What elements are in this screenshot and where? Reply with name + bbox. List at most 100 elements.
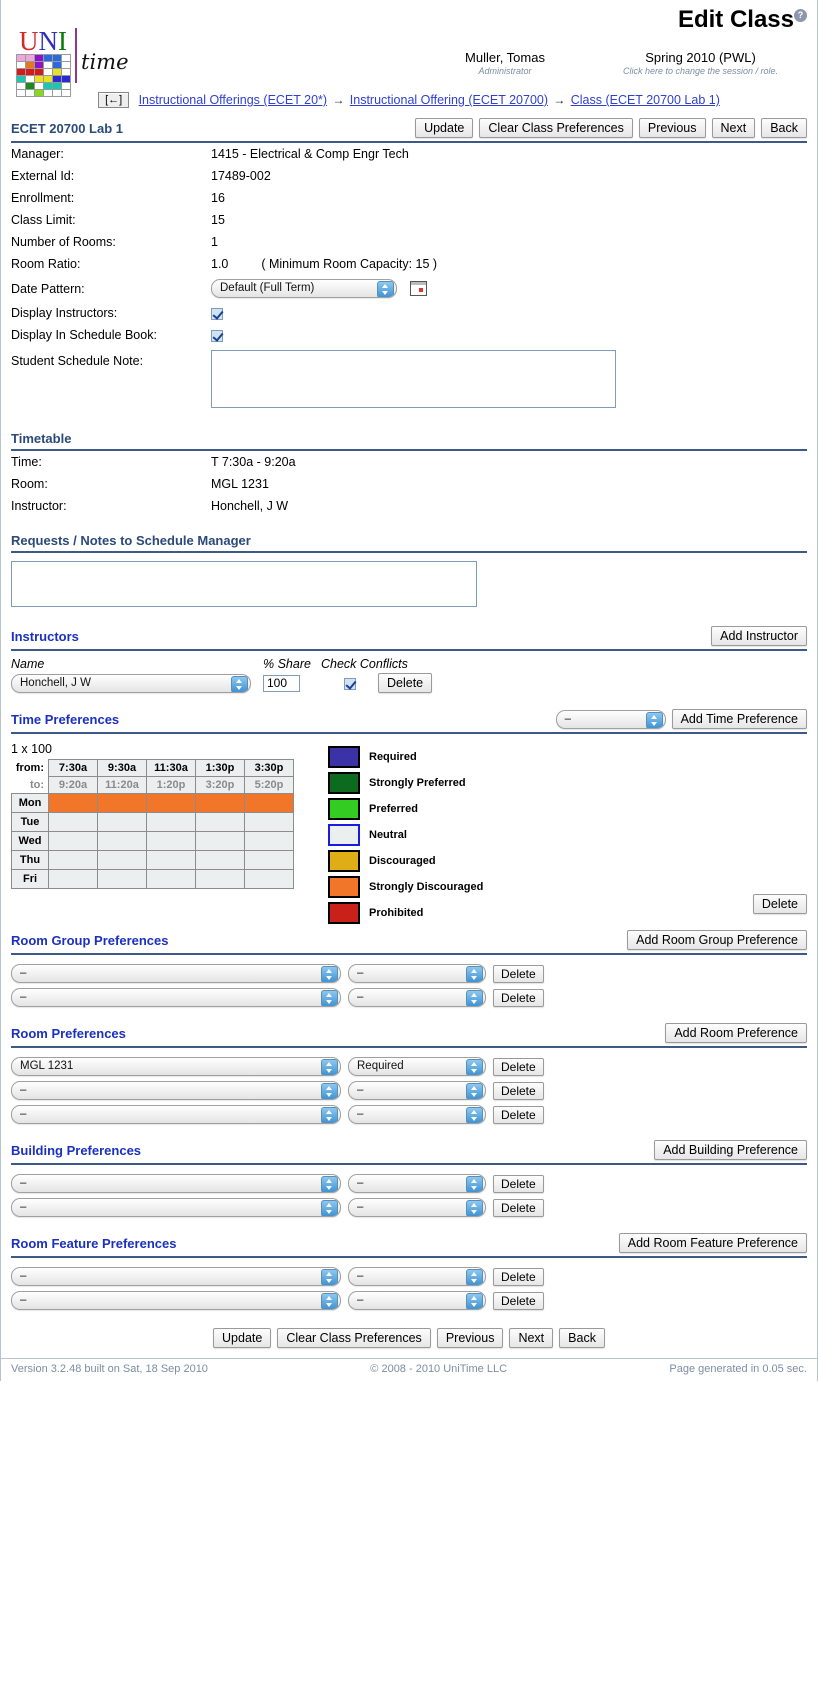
time-cell[interactable]	[244, 869, 294, 889]
delete-building-preference-button[interactable]: Delete	[493, 1174, 544, 1193]
building-select[interactable]: –	[11, 1198, 341, 1217]
time-cell[interactable]	[146, 793, 196, 813]
back-button[interactable]: Back	[761, 118, 807, 138]
time-cell[interactable]	[195, 793, 245, 813]
time-cell[interactable]	[146, 869, 196, 889]
room-select[interactable]: –	[11, 1081, 341, 1100]
room-group-select[interactable]: –	[11, 964, 341, 983]
stepper-icon[interactable]	[466, 966, 483, 982]
delete-room-group-preference-button[interactable]: Delete	[493, 988, 544, 1007]
delete-room-preference-button[interactable]: Delete	[493, 1081, 544, 1100]
time-cell[interactable]	[146, 812, 196, 832]
stepper-icon[interactable]	[321, 1107, 338, 1123]
room-feature-select[interactable]: –	[11, 1267, 341, 1286]
instructor-share-input[interactable]	[263, 674, 300, 692]
preference-level-select[interactable]: –	[348, 1267, 486, 1286]
room-select[interactable]: –	[11, 1105, 341, 1124]
delete-room-preference-button[interactable]: Delete	[493, 1057, 544, 1076]
update-button[interactable]: Update	[415, 118, 474, 138]
stepper-icon[interactable]	[321, 1059, 338, 1075]
calendar-icon[interactable]	[409, 281, 427, 296]
preference-level-select[interactable]: –	[348, 1291, 486, 1310]
breadcrumb-link-offering[interactable]: Instructional Offering (ECET 20700)	[350, 93, 548, 107]
time-cell[interactable]	[48, 869, 98, 889]
stepper-icon[interactable]	[321, 966, 338, 982]
stepper-icon[interactable]	[377, 281, 394, 297]
time-cell[interactable]	[146, 831, 196, 851]
update-button-bottom[interactable]: Update	[213, 1328, 272, 1348]
time-cell[interactable]	[97, 869, 147, 889]
stepper-icon[interactable]	[466, 1200, 483, 1216]
delete-building-preference-button[interactable]: Delete	[493, 1198, 544, 1217]
help-question-icon[interactable]: ?	[794, 9, 807, 22]
time-cell[interactable]	[48, 850, 98, 870]
session-info[interactable]: Spring 2010 (PWL) Click here to change t…	[598, 50, 803, 76]
next-button-bottom[interactable]: Next	[509, 1328, 554, 1348]
time-cell[interactable]	[48, 831, 98, 851]
add-building-preference-button[interactable]: Add Building Preference	[654, 1140, 807, 1160]
stepper-icon[interactable]	[321, 1083, 338, 1099]
breadcrumb-link-class[interactable]: Class (ECET 20700 Lab 1)	[571, 93, 720, 107]
delete-room-group-preference-button[interactable]: Delete	[493, 964, 544, 983]
stepper-icon[interactable]	[231, 675, 248, 692]
previous-button[interactable]: Previous	[638, 118, 706, 138]
stepper-icon[interactable]	[466, 1059, 483, 1075]
time-cell[interactable]	[97, 812, 147, 832]
display-in-schedule-book-checkbox[interactable]	[211, 329, 223, 342]
stepper-icon[interactable]	[466, 1293, 483, 1309]
previous-button-bottom[interactable]: Previous	[436, 1328, 504, 1348]
time-cell[interactable]	[244, 831, 294, 851]
time-cell[interactable]	[195, 850, 245, 870]
time-cell[interactable]	[244, 793, 294, 813]
delete-room-feature-preference-button[interactable]: Delete	[493, 1267, 544, 1286]
time-preference-grid[interactable]: from: 7:30a 9:30a 11:30a 1:30p 3:30p to:…	[11, 759, 294, 889]
stepper-icon[interactable]	[321, 1269, 338, 1285]
date-pattern-select[interactable]: Default (Full Term)	[211, 279, 397, 298]
time-cell[interactable]	[195, 831, 245, 851]
stepper-icon[interactable]	[466, 1107, 483, 1123]
delete-room-preference-button[interactable]: Delete	[493, 1105, 544, 1124]
preference-level-select[interactable]: –	[348, 964, 486, 983]
stepper-icon[interactable]	[321, 1200, 338, 1216]
instructor-check-conflicts-checkbox[interactable]	[343, 677, 356, 690]
stepper-icon[interactable]	[466, 1176, 483, 1192]
clear-class-preferences-button-bottom[interactable]: Clear Class Preferences	[277, 1328, 431, 1348]
delete-time-preference-button[interactable]: Delete	[752, 894, 807, 914]
time-cell[interactable]	[97, 850, 147, 870]
add-room-feature-preference-button[interactable]: Add Room Feature Preference	[618, 1233, 807, 1253]
display-instructors-checkbox[interactable]	[211, 307, 223, 320]
instructor-name-select[interactable]: Honchell, J W	[11, 673, 251, 693]
clear-class-preferences-button[interactable]: Clear Class Preferences	[479, 118, 633, 138]
breadcrumb-link-offerings[interactable]: Instructional Offerings (ECET 20*)	[139, 93, 328, 107]
delete-instructor-button[interactable]: Delete	[378, 673, 433, 693]
back-button-bottom[interactable]: Back	[559, 1328, 605, 1348]
room-feature-select[interactable]: –	[11, 1291, 341, 1310]
time-cell[interactable]	[97, 793, 147, 813]
stepper-icon[interactable]	[466, 990, 483, 1006]
time-cell[interactable]	[195, 812, 245, 832]
stepper-icon[interactable]	[321, 1176, 338, 1192]
stepper-icon[interactable]	[321, 990, 338, 1006]
room-select[interactable]: MGL 1231	[11, 1057, 341, 1076]
time-cell[interactable]	[48, 793, 98, 813]
time-cell[interactable]	[195, 869, 245, 889]
time-cell[interactable]	[146, 850, 196, 870]
preference-level-select[interactable]: –	[348, 1081, 486, 1100]
building-select[interactable]: –	[11, 1174, 341, 1193]
stepper-icon[interactable]	[645, 711, 663, 728]
add-room-preference-button[interactable]: Add Room Preference	[665, 1023, 807, 1043]
delete-room-feature-preference-button[interactable]: Delete	[493, 1291, 544, 1310]
add-time-preference-button[interactable]: Add Time Preference	[671, 709, 807, 729]
time-cell[interactable]	[97, 831, 147, 851]
preference-level-select[interactable]: Required	[348, 1057, 486, 1076]
stepper-icon[interactable]	[466, 1083, 483, 1099]
user-info[interactable]: Muller, Tomas Administrator	[425, 50, 585, 76]
next-button[interactable]: Next	[711, 118, 756, 138]
time-cell[interactable]	[244, 850, 294, 870]
preference-level-select[interactable]: –	[348, 1105, 486, 1124]
time-cell[interactable]	[244, 812, 294, 832]
stepper-icon[interactable]	[321, 1293, 338, 1309]
preference-level-select[interactable]: –	[348, 988, 486, 1007]
requests-notes-input[interactable]	[11, 561, 477, 607]
preference-level-select[interactable]: –	[348, 1174, 486, 1193]
